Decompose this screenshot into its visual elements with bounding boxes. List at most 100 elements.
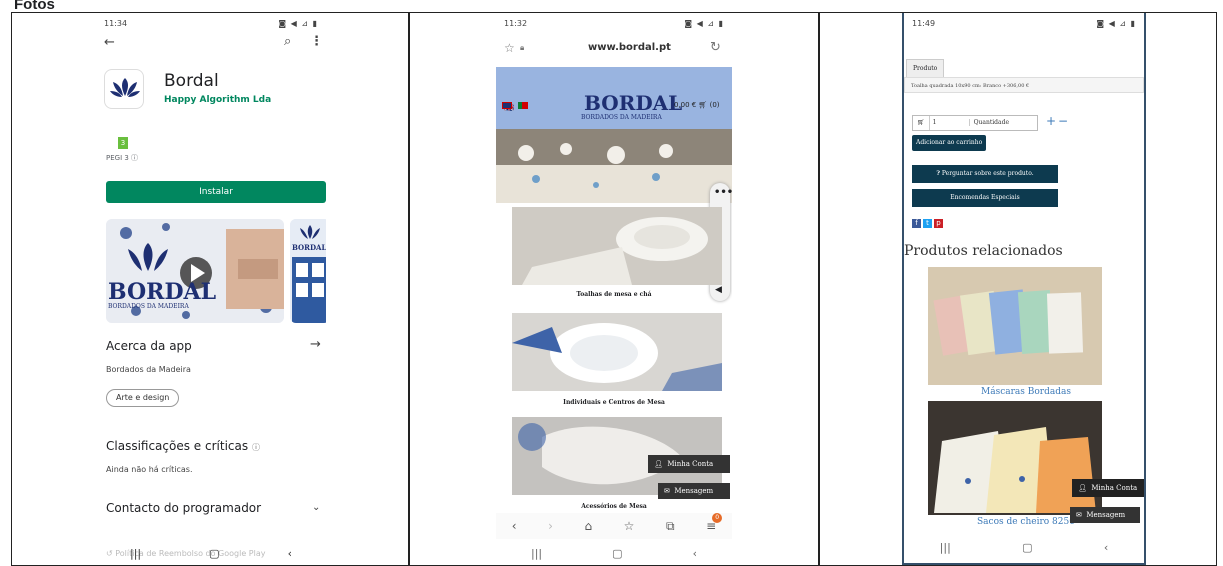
product-image-placemats[interactable] — [512, 313, 722, 391]
arrow-right-icon[interactable]: → — [310, 337, 321, 352]
user-icon: 👤︎ — [654, 460, 663, 468]
flag-pt-icon[interactable] — [518, 102, 528, 109]
related-products-title: Produtos relacionados — [904, 243, 1063, 259]
user-icon: 👤︎ — [1078, 484, 1087, 492]
status-bar: 11:49 ◙ ◀ ⊿ ▮ — [904, 13, 1144, 33]
app-name: Bordal — [164, 71, 219, 91]
plus-icon[interactable]: + — [1046, 114, 1056, 128]
screenshot-cell-website: 11:32 ◙ ◀ ⊿ ▮ ☆ 🔒︎ www.bordal.pt ↻ 🇬🇧︎ B… — [409, 12, 819, 566]
masks-image[interactable] — [928, 267, 1102, 385]
minus-icon[interactable]: − — [1058, 114, 1068, 128]
bookmark-icon[interactable]: ☆ — [624, 519, 635, 533]
browser-bar: ☆ 🔒︎ www.bordal.pt ↻ — [496, 35, 732, 67]
ask-product-button[interactable]: ❓︎ Perguntar sobre este produto. — [912, 165, 1058, 183]
account-button[interactable]: 👤︎ Minha Conta — [648, 455, 730, 473]
masks-link[interactable]: Máscaras Bordadas — [904, 387, 1144, 397]
install-button[interactable]: Instalar — [106, 181, 326, 203]
phone-play-store: 11:34 ◙ ◀ ⊿ ▮ ← ⌕ ⋮ Bordal Happy Algorit… — [96, 13, 326, 565]
tabs-icon[interactable]: ⧉ — [666, 519, 675, 534]
back-icon[interactable]: ‹ — [512, 519, 517, 533]
lock-icon: 🔒︎ — [520, 43, 525, 52]
home-icon[interactable]: ▢ — [209, 547, 219, 560]
flag-uk-icon-shape[interactable] — [502, 102, 512, 109]
url-field[interactable]: www.bordal.pt — [588, 42, 671, 53]
hero-image — [496, 129, 732, 203]
quantity-field[interactable]: 🛒︎ 1 Quantidade — [912, 115, 1038, 131]
product-image-tablecloths[interactable] — [512, 207, 722, 285]
banner-logo-text: BORDAL — [108, 279, 217, 305]
android-nav-bar: ||| ▢ ‹ — [496, 541, 732, 565]
screenshot-cell-product: 11:49 ◙ ◀ ⊿ ▮ Produto Toalha quadrada 10… — [819, 12, 1217, 566]
cart-total[interactable]: 0,00 € 🛒︎ (0) — [674, 101, 720, 109]
ratings-title[interactable]: Classificações e críticas ⓘ — [106, 439, 260, 453]
home-button-icon[interactable]: ▢ — [612, 547, 622, 560]
site-header: 🇬🇧︎ BORDAL BORDADOS DA MADEIRA 0,00 € 🛒︎… — [496, 67, 732, 129]
screenshot-cell-play-store: 11:34 ◙ ◀ ⊿ ▮ ← ⌕ ⋮ Bordal Happy Algorit… — [11, 12, 409, 566]
recents-icon[interactable]: ||| — [940, 541, 951, 554]
status-bar: 11:34 ◙ ◀ ⊿ ▮ — [96, 13, 326, 33]
phone-website: 11:32 ◙ ◀ ⊿ ▮ ☆ 🔒︎ www.bordal.pt ↻ 🇬🇧︎ B… — [496, 13, 732, 565]
search-icon[interactable]: ⌕ — [284, 34, 291, 49]
product-label-placemats[interactable]: Individuais e Centros de Mesa — [496, 399, 732, 406]
status-bar: 11:32 ◙ ◀ ⊿ ▮ — [496, 13, 732, 33]
star-icon[interactable]: ☆ — [504, 41, 515, 55]
status-icons: ◙ ◀ ⊿ ▮ — [278, 19, 318, 28]
android-nav-bar: ||| ▢ ‹ — [904, 535, 1144, 559]
info-icon: ⓘ — [251, 443, 260, 452]
android-nav-bar: ||| ▢ ‹ — [96, 541, 326, 565]
product-label-tablecloths[interactable]: Toalhas de mesa e chá — [496, 291, 732, 298]
more-vert-icon[interactable]: ⋮ — [310, 34, 323, 49]
home-button-icon[interactable]: ▢ — [1022, 541, 1032, 554]
product-label-accessories[interactable]: Acessórios de Mesa — [496, 503, 732, 510]
status-icons: ◙ ◀ ⊿ ▮ — [1096, 19, 1136, 28]
facebook-icon[interactable]: f — [912, 219, 921, 228]
back-arrow-icon[interactable]: ← — [104, 35, 115, 50]
menu-icon[interactable]: ≡ 0 — [706, 513, 723, 533]
developer-contact-title[interactable]: Contacto do programador — [106, 501, 261, 515]
about-description: Bordados da Madeira — [106, 365, 191, 374]
thumb-logo-text: BORDAL — [292, 243, 326, 252]
category-chip[interactable]: Arte e design — [106, 389, 180, 407]
special-orders-button[interactable]: Encomendas Especiais — [912, 189, 1058, 207]
status-time: 11:49 — [912, 19, 936, 28]
site-logo[interactable]: BORDAL — [584, 91, 682, 115]
notification-badge: 0 — [712, 513, 723, 523]
about-title[interactable]: Acerca da app — [106, 339, 192, 353]
variant-row: Toalha quadrada 10x90 cm: Branco +306,00… — [904, 77, 1144, 93]
add-to-cart-button[interactable]: Adicionar ao carrinho — [912, 135, 987, 151]
ratings-description: Ainda não há críticas. — [106, 465, 193, 474]
forward-icon[interactable]: › — [548, 519, 553, 533]
scent-bags-image[interactable] — [928, 401, 1102, 515]
back-button-icon[interactable]: ‹ — [1104, 541, 1108, 554]
status-icons: ◙ ◀ ⊿ ▮ — [684, 19, 724, 28]
message-button[interactable]: ✉ Mensagem — [658, 483, 730, 499]
phone-product-page: 11:49 ◙ ◀ ⊿ ▮ Produto Toalha quadrada 10… — [902, 13, 1146, 565]
banner-logo-subtext: BORDADOS DA MADEIRA — [108, 303, 189, 310]
browser-nav-bar: ‹ › ⌂ ☆ ⧉ ≡ 0 — [496, 513, 732, 539]
cart-icon: 🛒︎ — [917, 119, 925, 126]
recents-icon[interactable]: ||| — [531, 547, 542, 560]
social-share: f t p — [912, 219, 943, 228]
twitter-icon[interactable]: t — [923, 219, 932, 228]
app-screenshot-thumb[interactable]: BORDAL — [290, 219, 326, 323]
product-tab[interactable]: Produto — [906, 59, 945, 77]
account-button[interactable]: 👤︎ Minha Conta — [1072, 479, 1144, 497]
status-time: 11:34 — [104, 19, 128, 28]
developer-link[interactable]: Happy Algorithm Lda — [164, 95, 271, 105]
back-button-icon[interactable]: ‹ — [693, 547, 697, 560]
pinterest-icon[interactable]: p — [934, 219, 943, 228]
pegi-icon: 3 — [118, 137, 128, 149]
message-button[interactable]: ✉ Mensagem — [1070, 507, 1140, 523]
site-logo-sub: BORDADOS DA MADEIRA — [581, 114, 662, 121]
status-time: 11:32 — [504, 19, 528, 28]
back-icon[interactable]: ‹ — [288, 547, 292, 560]
home-icon[interactable]: ⌂ — [584, 519, 592, 533]
recents-icon[interactable]: ||| — [130, 547, 141, 560]
question-icon: ❓︎ — [936, 170, 940, 177]
app-icon — [104, 69, 144, 109]
envelope-icon: ✉ — [664, 487, 670, 495]
video-banner[interactable]: BORDAL BORDADOS DA MADEIRA — [106, 219, 284, 323]
reload-icon[interactable]: ↻ — [710, 40, 721, 55]
chevron-down-icon[interactable]: ⌄ — [312, 502, 320, 513]
more-dots-icon[interactable]: ••• — [714, 187, 732, 198]
